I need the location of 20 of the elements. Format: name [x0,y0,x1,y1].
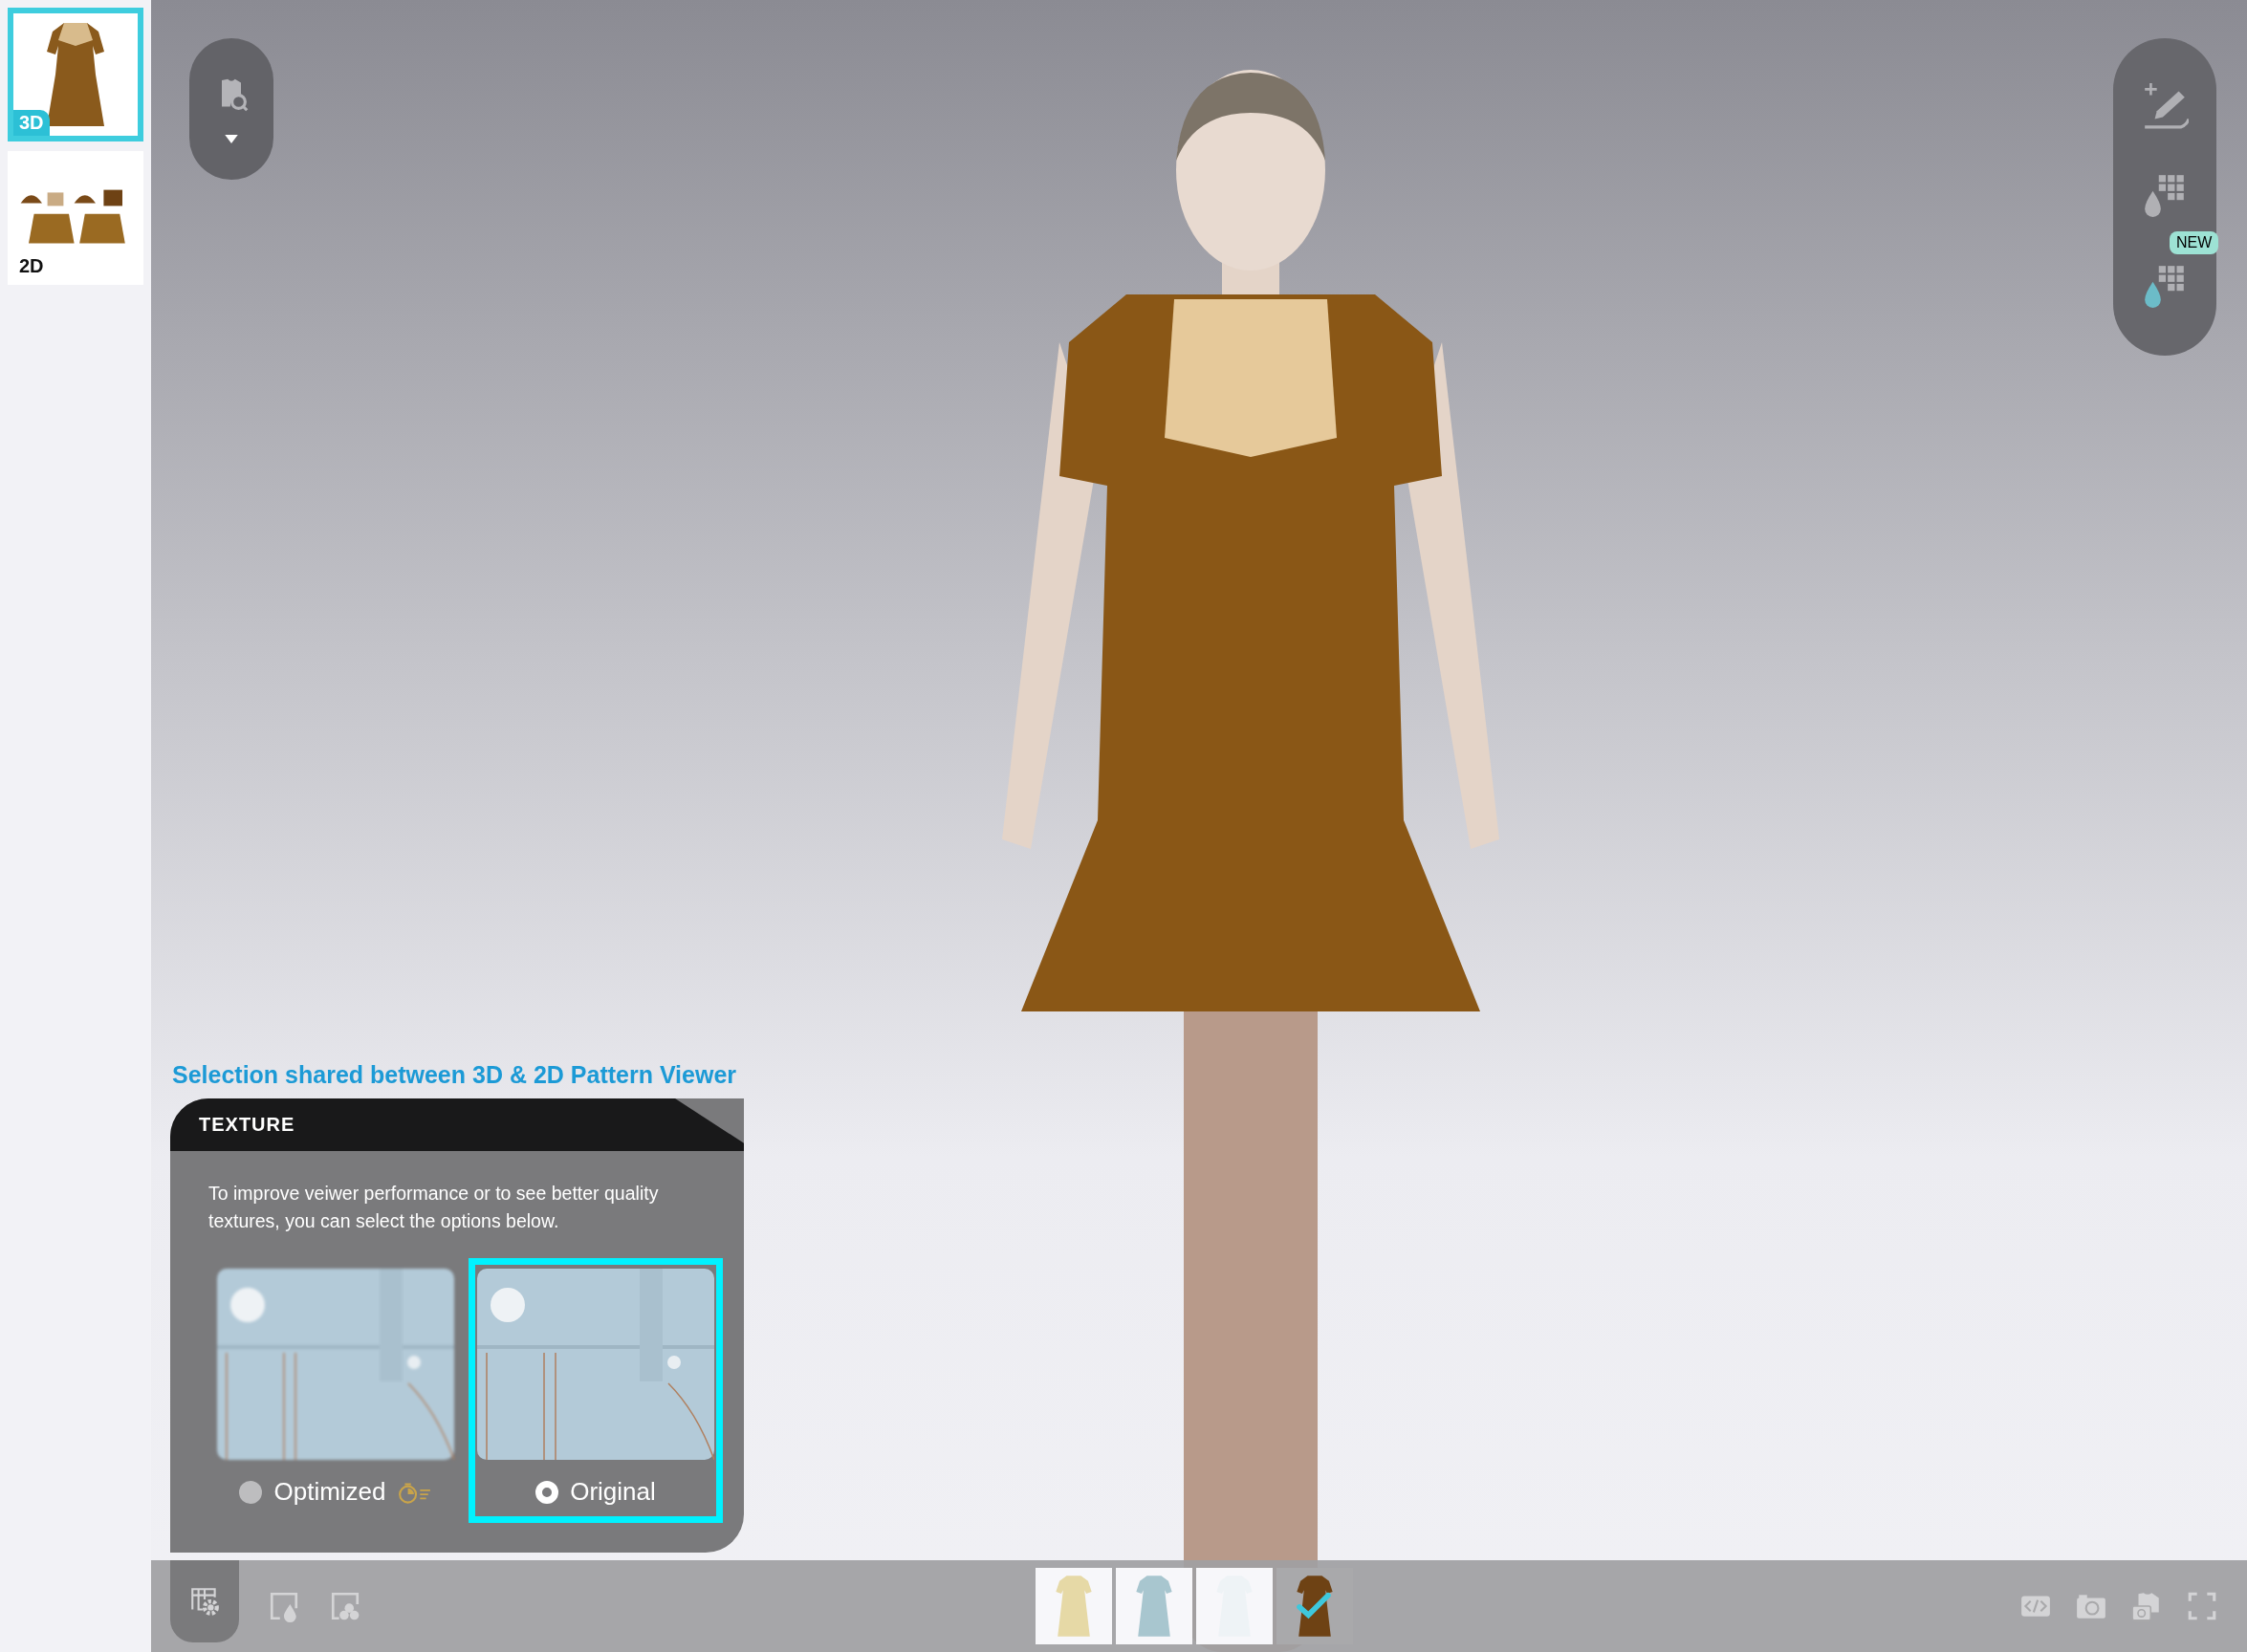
colorway-thumbnail[interactable] [1116,1568,1192,1644]
description-text: To improve veiwer performance or to see better quality textures, you can select the options below. [208,1182,660,1233]
colorway-thumbnail[interactable] [1036,1568,1112,1644]
texture-option[interactable]: Optimized [208,1258,463,1523]
new-badge: NEW [2170,230,2219,254]
fullscreen-icon[interactable] [2186,1590,2218,1622]
stopwatch-icon [397,1480,432,1504]
radio-button[interactable] [239,1480,263,1504]
grid-settings-button[interactable] [170,1560,239,1642]
view-thumbnail[interactable]: 3D [8,8,143,141]
colorway-thumbnail[interactable] [1196,1568,1273,1644]
circles-frame-icon[interactable] [329,1590,361,1622]
selection-hint: Selection shared between 3D & 2D Pattern Viewer [172,1061,738,1089]
panel-title: TEXTURE [199,1114,295,1136]
radio-button[interactable] [535,1480,559,1504]
drop-frame-icon[interactable] [268,1590,300,1622]
grid-gear-icon[interactable] [188,1585,221,1618]
caret-icon[interactable] [225,134,238,143]
view-thumbnail[interactable]: 2D [8,151,143,285]
texture-option[interactable]: Original [469,1258,723,1523]
